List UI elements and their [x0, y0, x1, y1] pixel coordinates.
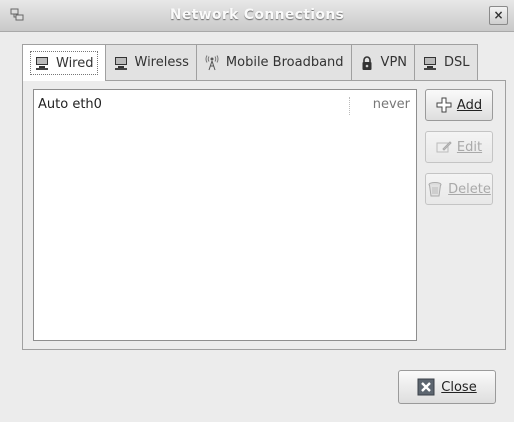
tab-wired[interactable]: Wired: [22, 44, 106, 81]
tab-dsl-label: DSL: [444, 55, 470, 70]
tab-mobile-broadband-label: Mobile Broadband: [225, 55, 344, 70]
mobile-broadband-tower-icon: [205, 54, 219, 70]
edit-button[interactable]: Edit: [425, 131, 493, 163]
tab-vpn[interactable]: VPN: [350, 44, 416, 80]
close-icon: [417, 378, 435, 396]
window-title: Network Connections: [169, 7, 345, 23]
tab-mobile-broadband[interactable]: Mobile Broadband: [195, 44, 352, 80]
close-x-icon: ×: [493, 8, 504, 22]
vpn-lock-icon: [362, 55, 372, 70]
edit-button-label: Edit: [456, 139, 483, 155]
connections-list[interactable]: Auto eth0 never: [33, 89, 417, 341]
tab-wireless-label: Wireless: [134, 55, 189, 70]
tab-wired-label: Wired: [56, 55, 94, 71]
tab-wireless[interactable]: Wireless: [104, 44, 197, 80]
close-button[interactable]: Close: [398, 370, 496, 404]
add-button[interactable]: Add: [425, 89, 493, 121]
delete-button[interactable]: Delete: [425, 173, 493, 205]
list-item[interactable]: Auto eth0 never: [38, 97, 412, 115]
column-separator: [349, 97, 350, 115]
add-button-label: Add: [456, 97, 483, 113]
wired-network-icon: [36, 57, 48, 70]
wireless-icon: [114, 56, 127, 70]
network-connections-window: Network Connections × Wired Wireless Mob…: [0, 0, 514, 422]
connection-name: Auto eth0: [38, 97, 102, 112]
connection-type-notebook: Wired Wireless Mobile Broadband VPN DSL …: [22, 44, 506, 350]
add-icon: [436, 97, 452, 113]
dsl-icon: [424, 56, 437, 70]
edit-icon: [436, 141, 452, 153]
delete-button-label: Delete: [448, 181, 491, 197]
tab-vpn-label: VPN: [380, 55, 408, 70]
window-close-button[interactable]: ×: [489, 6, 508, 25]
title-bar[interactable]: Network Connections ×: [0, 0, 514, 32]
connection-last-used: never: [372, 97, 410, 112]
tab-bar: Wired Wireless Mobile Broadband VPN DSL: [22, 44, 506, 81]
tab-dsl[interactable]: DSL: [414, 44, 478, 80]
delete-trash-icon: [428, 182, 442, 197]
close-button-label: Close: [441, 379, 477, 395]
wired-tab-page: Auto eth0 never Add Edit Delete: [22, 80, 506, 350]
